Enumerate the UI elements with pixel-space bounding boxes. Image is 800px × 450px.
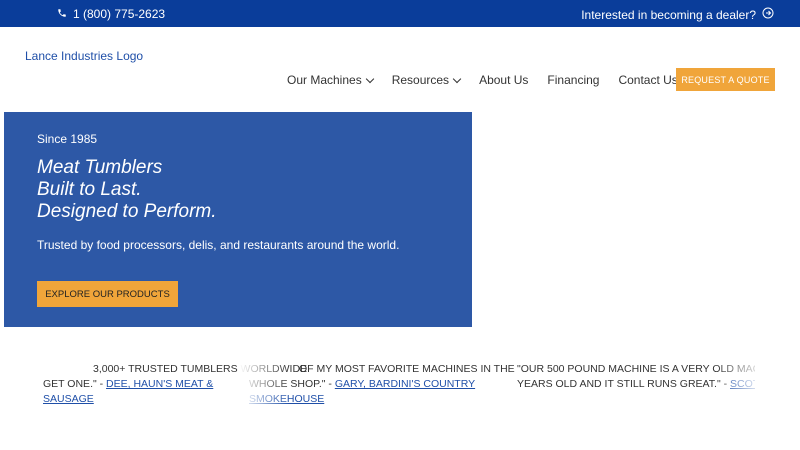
dealer-link-text: Interested in becoming a dealer? — [581, 7, 756, 22]
testimonial-item: GET ONE." - DEE, HAUN'S MEAT & SAUSAGE — [43, 377, 213, 407]
hero-headline: Meat Tumblers Built to Last. Designed to… — [37, 157, 217, 223]
testimonial-quote: "OUR 500 POUND MACHINE IS A VERY OLD MAC… — [517, 363, 755, 375]
dealer-link[interactable]: Interested in becoming a dealer? — [581, 7, 774, 22]
testimonial-quote: WHOLE SHOP." - — [249, 378, 335, 390]
hero-headline-line: Designed to Perform. — [37, 201, 217, 222]
phone-link[interactable]: 1 (800) 775-2623 — [57, 7, 165, 21]
nav-financing[interactable]: Financing — [547, 73, 599, 87]
testimonial-author-link[interactable]: SAUSAGE — [43, 393, 94, 405]
nav-label: About Us — [479, 73, 529, 87]
hero-panel: Since 1985 Meat Tumblers Built to Last. … — [4, 112, 472, 327]
main-nav: Our Machines Resources About Us Financin… — [287, 73, 708, 87]
testimonial-quote: YEARS OLD AND IT STILL RUNS GREAT." - — [517, 378, 730, 390]
explore-products-button[interactable]: EXPLORE OUR PRODUCTS — [37, 281, 178, 307]
hero-since: Since 1985 — [37, 132, 98, 146]
testimonial-author-link[interactable]: DEE, HAUN'S MEAT & — [106, 378, 213, 390]
nav-our-machines[interactable]: Our Machines — [287, 73, 374, 87]
testimonial-item: "OUR 500 POUND MACHINE IS A VERY OLD MAC… — [517, 362, 755, 392]
nav-label: Financing — [547, 73, 600, 87]
testimonial-author-link[interactable]: GARY, BARDINI'S COUNTRY — [335, 378, 475, 390]
request-quote-button[interactable]: REQUEST A QUOTE — [676, 68, 775, 91]
nav-label: Contact Us — [618, 73, 678, 87]
testimonial-item: OF MY MOST FAVORITE MACHINES IN THE WHOL… — [239, 362, 515, 407]
nav-label: Our Machines — [287, 73, 362, 87]
chevron-down-icon — [452, 74, 462, 83]
hero-headline-line: Meat Tumblers — [37, 157, 163, 178]
top-bar: 1 (800) 775-2623 Interested in becoming … — [0, 0, 800, 27]
nav-label: Resources — [391, 73, 450, 87]
phone-number: 1 (800) 775-2623 — [73, 7, 166, 21]
testimonial-quote: OF MY MOST FAVORITE MACHINES IN THE — [299, 363, 515, 375]
arrow-circle-right-icon — [762, 7, 774, 22]
hero-subtext: Trusted by food processors, delis, and r… — [37, 238, 400, 252]
nav-resources[interactable]: Resources — [391, 73, 462, 87]
site-logo[interactable]: Lance Industries Logo — [25, 49, 143, 63]
phone-icon — [57, 7, 67, 21]
testimonial-author-link[interactable]: SMOKEHOUSE — [249, 393, 324, 405]
testimonial-author-link[interactable]: SCOTT, BO — [730, 378, 755, 390]
nav-about-us[interactable]: About Us — [479, 73, 528, 87]
testimonial-quote: GET ONE." - — [43, 378, 107, 390]
chevron-down-icon — [365, 74, 374, 83]
hero-headline-line: Built to Last. — [37, 179, 142, 200]
